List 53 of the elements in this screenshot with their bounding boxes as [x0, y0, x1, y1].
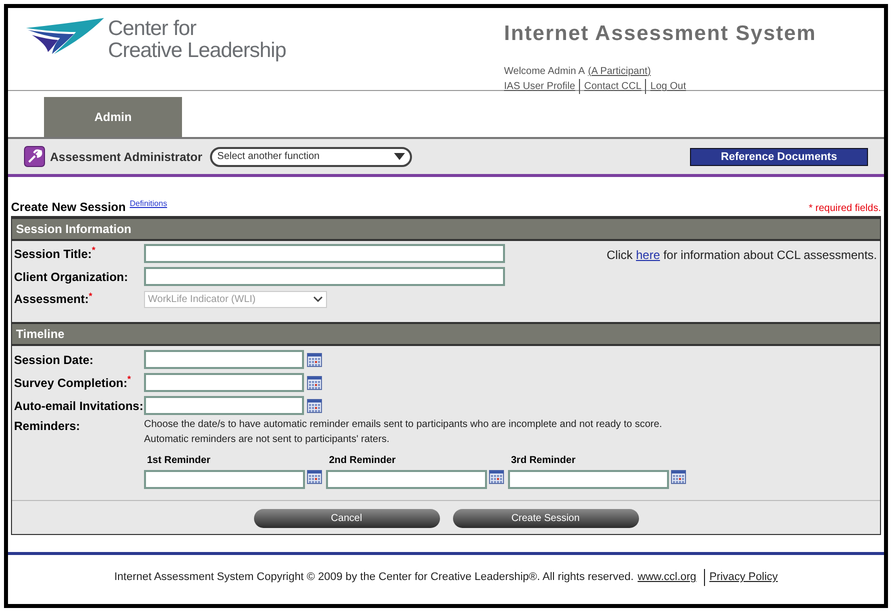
action-button[interactable]: Create Session [452, 509, 638, 528]
date-field[interactable] [144, 470, 305, 489]
function-label: Assessment Administrator [50, 148, 202, 166]
date-field[interactable] [508, 470, 669, 489]
page-title: Create New Session [11, 199, 126, 216]
date-field[interactable] [326, 470, 487, 489]
calendar-icon[interactable] [671, 470, 686, 484]
date-field[interactable] [144, 396, 304, 415]
section-header: Session Information [12, 217, 880, 241]
field-label: Assessment:$^{*}$ [14, 290, 94, 308]
header-link[interactable]: IAS User Profile [504, 78, 580, 94]
copyright-text: Internet Assessment System Copyright © 2009 by the Center for Creative Leadership®. All rights reserved. [114, 570, 634, 585]
definitions-link[interactable]: Definitions [130, 198, 168, 210]
calendar-icon[interactable] [307, 376, 322, 390]
user-link[interactable]: (A Participant) [588, 64, 651, 78]
logo-text: Center for [108, 18, 198, 40]
welcome-text: Welcome Admin A [504, 64, 585, 78]
footer-link[interactable]: Privacy Policy [704, 569, 778, 586]
info-link[interactable]: here [636, 248, 660, 262]
function-select[interactable]: Select another function [210, 146, 412, 166]
header-link[interactable]: Log Out [646, 78, 690, 94]
action-button[interactable]: Cancel [254, 509, 440, 528]
reminder-label: 1st Reminder [146, 454, 212, 468]
field-label: Client Organization: [14, 268, 129, 286]
chevron-icon [313, 296, 323, 302]
header-link[interactable]: Contact CCL [580, 78, 646, 94]
calendar-icon[interactable] [489, 470, 504, 484]
logo-text: Creative Leadership [108, 40, 286, 62]
footer-link[interactable]: www.ccl.org [638, 569, 696, 586]
reminder-label: 3rd Reminder [510, 454, 576, 468]
calendar-icon[interactable] [307, 470, 322, 484]
field-label: Survey Completion:$^{*}$ [14, 374, 132, 392]
section-header: Timeline [12, 322, 880, 346]
help-text: Automatic reminders are not sent to participants' raters. [144, 433, 390, 447]
text-field[interactable] [144, 244, 505, 263]
date-field[interactable] [144, 350, 304, 369]
reminder-label: 2nd Reminder [328, 454, 397, 468]
required-note: * required fields. [808, 202, 881, 216]
app-title: Internet Assessment System [504, 21, 818, 47]
help-text: Choose the date/s to have automatic reminder emails sent to participants who are incomplete and not ready to score. [144, 418, 664, 432]
info-text: Click here for information about CCL assessments. [606, 247, 877, 264]
text-field[interactable] [144, 267, 505, 286]
nav-tab[interactable]: Admin [44, 97, 182, 137]
reference-documents-button[interactable]: Reference Documents [690, 148, 868, 166]
field-label: Auto-email Invitations: [14, 398, 141, 414]
field-label: Reminders: [14, 418, 82, 435]
field-label: Session Date: [14, 352, 94, 368]
calendar-icon[interactable] [307, 352, 322, 366]
caret-icon [394, 153, 406, 160]
wrench-icon [24, 146, 45, 167]
calendar-icon[interactable] [307, 398, 322, 412]
field-label: Session Title:$^{*}$ [14, 244, 96, 262]
date-field[interactable] [144, 373, 304, 392]
